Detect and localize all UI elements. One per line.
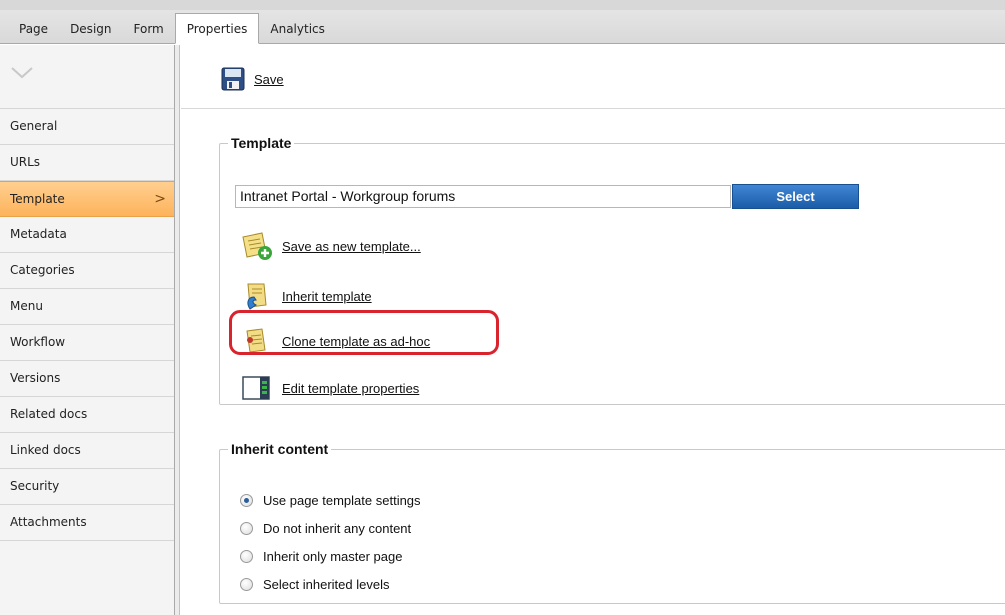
sidebar: General URLs Template > Metadata Categor… [0,45,175,615]
top-tab-bar: Page Design Form Properties Analytics [0,0,1005,44]
floppy-disk-icon [221,67,245,91]
inherit-content-title: Inherit content [231,441,329,457]
radio-checked-icon[interactable] [240,494,253,507]
sidebar-item-label: Metadata [10,227,67,241]
sidebar-item-label: Versions [10,371,61,385]
tab-page[interactable]: Page [8,14,59,44]
sidebar-item-template[interactable]: Template > [0,181,174,217]
sidebar-item-label: Related docs [10,407,88,421]
sidebar-item-attachments[interactable]: Attachments [0,505,174,541]
radio-label: Do not inherit any content [263,521,412,536]
clone-template-link[interactable]: Clone template as ad-hoc [240,326,430,356]
radio-label: Select inherited levels [263,577,390,592]
tab-design[interactable]: Design [59,14,122,44]
edit-template-properties-label: Edit template properties [282,380,420,396]
inherit-template-label: Inherit template [282,288,372,304]
sidebar-item-menu[interactable]: Menu [0,289,174,325]
select-template-button[interactable]: Select [732,184,859,209]
sidebar-item-versions[interactable]: Versions [0,361,174,397]
sidebar-item-related-docs[interactable]: Related docs [0,397,174,433]
save-label: Save [254,71,284,87]
sidebar-item-label: URLs [10,155,41,169]
chevron-down-icon[interactable] [11,67,33,79]
radio-use-page-template-settings[interactable]: Use page template settings [240,493,421,508]
sidebar-item-label: Menu [10,299,43,313]
template-section: Template Intranet Portal - Workgroup for… [219,135,1005,405]
radio-unchecked-icon[interactable] [240,522,253,535]
sidebar-item-general[interactable]: General [0,109,174,145]
radio-inherit-master-only[interactable]: Inherit only master page [240,549,402,564]
sidebar-item-categories[interactable]: Categories [0,253,174,289]
save-button[interactable]: Save [221,67,284,91]
tab-analytics[interactable]: Analytics [259,14,336,44]
radio-select-inherited-levels[interactable]: Select inherited levels [240,577,389,592]
sidebar-item-linked-docs[interactable]: Linked docs [0,433,174,469]
sidebar-item-urls[interactable]: URLs [0,145,174,181]
radio-label: Inherit only master page [263,549,403,564]
sidebar-item-label: Template [10,192,65,206]
clone-template-icon [246,328,266,353]
sidebar-item-label: Workflow [10,335,66,349]
sidebar-item-label: Linked docs [10,443,81,457]
radio-do-not-inherit[interactable]: Do not inherit any content [240,521,411,536]
edit-template-properties-link[interactable]: Edit template properties [240,373,419,403]
sidebar-item-metadata[interactable]: Metadata [0,217,174,253]
tab-properties[interactable]: Properties [174,13,260,44]
save-as-new-template-link[interactable]: Save as new template... [240,231,421,261]
sidebar-splitter[interactable] [175,45,180,615]
tab-form[interactable]: Form [123,14,175,44]
main-content: Save Template Intranet Portal - Workgrou… [181,45,1005,615]
sidebar-item-label: Categories [10,263,75,277]
inherit-template-link[interactable]: Inherit template [240,281,372,311]
sidebar-item-label: General [10,119,58,133]
template-name-field[interactable]: Intranet Portal - Workgroup forums [235,185,731,208]
inherit-template-icon [247,283,267,310]
clone-template-label: Clone template as ad-hoc [282,333,431,349]
tab-list: Page Design Form Properties Analytics [8,13,336,44]
action-toolbar: Save [181,45,1005,109]
radio-unchecked-icon[interactable] [240,578,253,591]
sidebar-item-label: Attachments [10,515,87,529]
radio-unchecked-icon[interactable] [240,550,253,563]
edit-properties-icon [242,376,270,400]
top-strip [0,0,1005,10]
chevron-right-icon: > [154,191,166,207]
sidebar-item-security[interactable]: Security [0,469,174,505]
save-template-icon [242,232,272,260]
radio-label: Use page template settings [263,493,421,508]
save-as-new-template-label: Save as new template... [282,238,421,254]
inherit-content-section: Inherit content Use page template settin… [219,441,1005,604]
sidebar-item-label: Security [10,479,60,493]
sidebar-item-workflow[interactable]: Workflow [0,325,174,361]
sidebar-collapse-toggle[interactable] [0,45,174,109]
template-section-title: Template [231,135,292,151]
